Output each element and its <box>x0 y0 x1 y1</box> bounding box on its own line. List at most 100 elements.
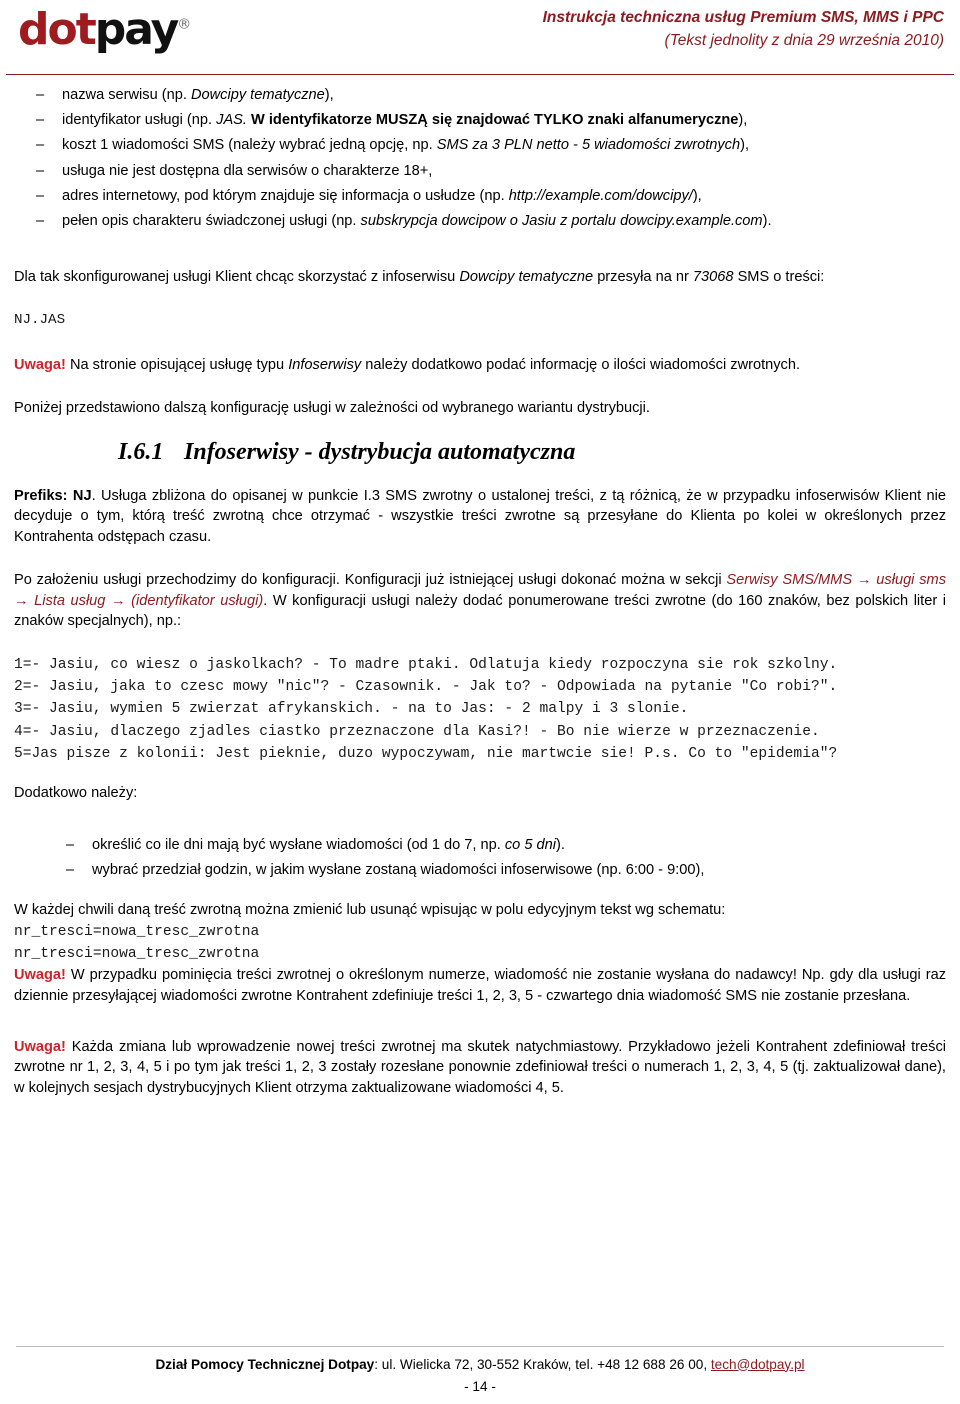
code-line: 3=- Jasiu, wymien 5 zwierzat afrykanskic… <box>14 701 689 718</box>
footer-address: : ul. Wielicka 72, 30-552 Kraków, tel. +… <box>374 1356 711 1372</box>
text-segment-italic: Dowcipy tematyczne <box>459 269 594 286</box>
text-segment: . Usługa zbliżona do opisanej w punkcie … <box>14 487 946 546</box>
text-segment: Na stronie opisującej usługę typu <box>65 357 289 374</box>
text-segment: Dla tak skonfigurowanej usługi Klient ch… <box>14 269 460 286</box>
list-item-text-pre: określić co ile dni mają być wysłane wia… <box>92 836 505 853</box>
dash-bullet-icon: – <box>36 212 45 229</box>
list-item-text-pre: adres internetowy, pod którym znajduje s… <box>62 187 509 204</box>
text-segment: przesyła na nr <box>593 269 693 286</box>
section-number: I.6.1 <box>118 438 164 465</box>
text-segment: Po założeniu usługi przechodzimy do konf… <box>14 571 727 588</box>
section-heading: I.6.1 Infoserwisy - dystrybucja automatyc… <box>14 439 946 466</box>
code-njjas: NJ.JAS <box>14 311 66 328</box>
list-item-text-post: ). <box>556 836 565 853</box>
service-requirements-list: – nazwa serwisu (np. Dowcipy tematyczne),… <box>14 84 946 232</box>
list-item-text-post: ), <box>738 112 748 129</box>
text-segment: należy dodatkowo podać informację o iloś… <box>361 357 801 374</box>
code-line: 4=- Jasiu, dlaczego zjadles ciastko prze… <box>14 723 820 740</box>
prefix-label: Prefiks: NJ <box>14 487 92 504</box>
page-number: - 14 - <box>464 1379 496 1394</box>
list-item-text-pre: nazwa serwisu (np. <box>62 87 191 103</box>
dash-bullet-icon: – <box>36 137 45 154</box>
list-item: – określić co ile dni mają być wysłane wi… <box>14 834 946 856</box>
list-item-text-pre: wybrać przedział godzin, w jakim wysłane… <box>92 861 705 878</box>
dash-bullet-icon: – <box>36 112 45 129</box>
paragraph-ponizej: Poniżej przedstawiono dalszą konfiguracj… <box>14 400 650 417</box>
document-page: dotpay® Instrukcja techniczna usług Prem… <box>0 0 960 1404</box>
list-item-text-italic: http://example.com/dowcipy/ <box>508 187 693 204</box>
list-item-text-pre: usługa nie jest dostępna dla serwisów o … <box>62 162 433 179</box>
dash-bullet-icon: – <box>66 861 75 878</box>
list-item-text-italic: SMS za 3 PLN netto - 5 wiadomości zwrotn… <box>436 137 741 154</box>
list-item-text-bold: W identyfikatorze MUSZĄ się znajdować TY… <box>246 112 739 129</box>
footer-department: Dział Pomocy Technicznej Dotpay <box>155 1356 375 1372</box>
paragraph-configured-service: Dla tak skonfigurowanej usługi Klient ch… <box>14 267 946 288</box>
dash-bullet-icon: – <box>66 836 75 853</box>
section-title: Infoserwisy - dystrybucja automatyczna <box>184 438 576 465</box>
paragraph-uwaga-pominiecie: Uwaga! W przypadku pominięcia treści zwr… <box>14 965 946 1006</box>
header-titles: Instrukcja techniczna usług Premium SMS,… <box>543 6 944 53</box>
list-item-text-italic: Dowcipy tematyczne <box>190 87 325 103</box>
document-content: – nazwa serwisu (np. Dowcipy tematyczne),… <box>0 84 960 1099</box>
paragraph-uwaga-zmiana: Uwaga! Każda zmiana lub wprowadzenie now… <box>14 1037 946 1099</box>
list-item-text-post: ), <box>692 187 702 204</box>
list-item-text-pre: identyfikator usługi (np. <box>62 112 217 129</box>
header-divider <box>6 74 954 75</box>
code-block-schemat: nr_tresci=nowa_tresc_zwrotna nr_tresci=n… <box>14 921 946 965</box>
text-segment-italic: Infoserwisy <box>288 357 362 374</box>
code-block-tresci: 1=- Jasiu, co wiesz o jaskolkach? - To m… <box>14 654 946 765</box>
code-line: nr_tresci=nowa_tresc_zwrotna <box>14 923 260 940</box>
text-segment: Każda zmiana lub wprowadzenie nowej treś… <box>14 1038 946 1096</box>
warning-label: Uwaga! <box>14 357 66 374</box>
additional-requirements-list: – określić co ile dni mają być wysłane wi… <box>14 834 946 881</box>
dash-bullet-icon: – <box>36 187 45 204</box>
list-item-text-pre: koszt 1 wiadomości SMS (należy wybrać je… <box>62 137 437 154</box>
list-item-text-pre: pełen opis charakteru świadczonej usługi… <box>62 212 361 229</box>
registered-trademark-icon: ® <box>177 16 191 33</box>
paragraph-wkazdej-chwili: W każdej chwili daną treść zwrotną można… <box>14 902 726 918</box>
footer-divider <box>16 1345 944 1347</box>
dash-bullet-icon: – <box>36 162 45 179</box>
footer-contact: Dział Pomocy Technicznej Dotpay: ul. Wie… <box>16 1355 944 1375</box>
list-item: – adres internetowy, pod którym znajduje … <box>14 185 946 207</box>
text-segment: SMS o treści: <box>733 269 825 286</box>
list-item-text-post: ). <box>762 212 772 229</box>
list-item: – pełen opis charakteru świadczonej usług… <box>14 210 946 232</box>
dash-bullet-icon: – <box>36 87 45 103</box>
warning-label: Uwaga! <box>14 967 66 984</box>
footer-email-link[interactable]: tech@dotpay.pl <box>711 1357 805 1372</box>
document-title: Instrukcja techniczna usług Premium SMS,… <box>542 9 944 26</box>
list-item: – koszt 1 wiadomości SMS (należy wybrać j… <box>14 134 946 156</box>
list-item: – usługa nie jest dostępna dla serwisów o… <box>14 160 946 182</box>
code-line: 5=Jas pisze z kolonii: Jest pieknie, duz… <box>14 745 838 762</box>
list-item-text-post: ), <box>740 137 750 154</box>
code-line: 2=- Jasiu, jaka to czesc mowy "nic"? - C… <box>14 679 838 696</box>
dotpay-logo: dotpay® <box>18 8 191 52</box>
list-item: – nazwa serwisu (np. Dowcipy tematyczne), <box>14 84 946 106</box>
text-segment: W przypadku pominięcia treści zwrotnej o… <box>14 967 946 1004</box>
list-item: – identyfikator usługi (np. JAS. W identy… <box>14 109 946 131</box>
list-item-text-italic: JAS. <box>216 112 247 129</box>
paragraph-prefiks: Prefiks: NJ. Usługa zbliżona do opisanej… <box>14 486 946 548</box>
code-line: nr_tresci=nowa_tresc_zwrotna <box>14 945 260 962</box>
list-item-text-post: ), <box>324 87 334 103</box>
paragraph-konfiguracja: Po założeniu usługi przechodzimy do konf… <box>14 570 946 632</box>
warning-label: Uwaga! <box>14 1038 66 1055</box>
list-item: – wybrać przedział godzin, w jakim wysłan… <box>14 859 946 881</box>
document-subtitle: (Tekst jednolity z dnia 29 września 2010… <box>664 32 944 50</box>
logo-pay-text: pay <box>94 4 180 55</box>
logo-dot-text: dot <box>18 4 97 55</box>
paragraph-uwaga-infoserwisy: Uwaga! Na stronie opisującej usługę typu… <box>14 355 946 376</box>
page-footer: Dział Pomocy Technicznej Dotpay: ul. Wie… <box>0 1345 960 1404</box>
